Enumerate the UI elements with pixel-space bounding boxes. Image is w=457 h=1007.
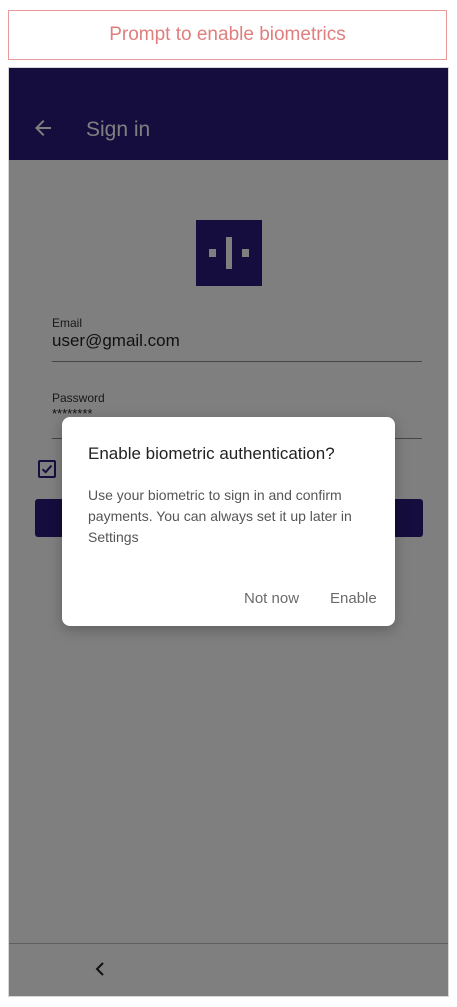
dialog-body: Use your biometric to sign in and confir… bbox=[88, 487, 352, 545]
nav-back-icon[interactable] bbox=[93, 960, 107, 978]
not-now-button[interactable]: Not now bbox=[244, 590, 299, 607]
biometric-dialog: Enable biometric authentication? Use you… bbox=[62, 417, 395, 626]
enable-button[interactable]: Enable bbox=[330, 590, 377, 607]
dialog-title: Enable biometric authentication? bbox=[88, 444, 335, 463]
system-nav-bar bbox=[9, 943, 448, 996]
screen-caption: Prompt to enable biometrics bbox=[8, 10, 447, 60]
